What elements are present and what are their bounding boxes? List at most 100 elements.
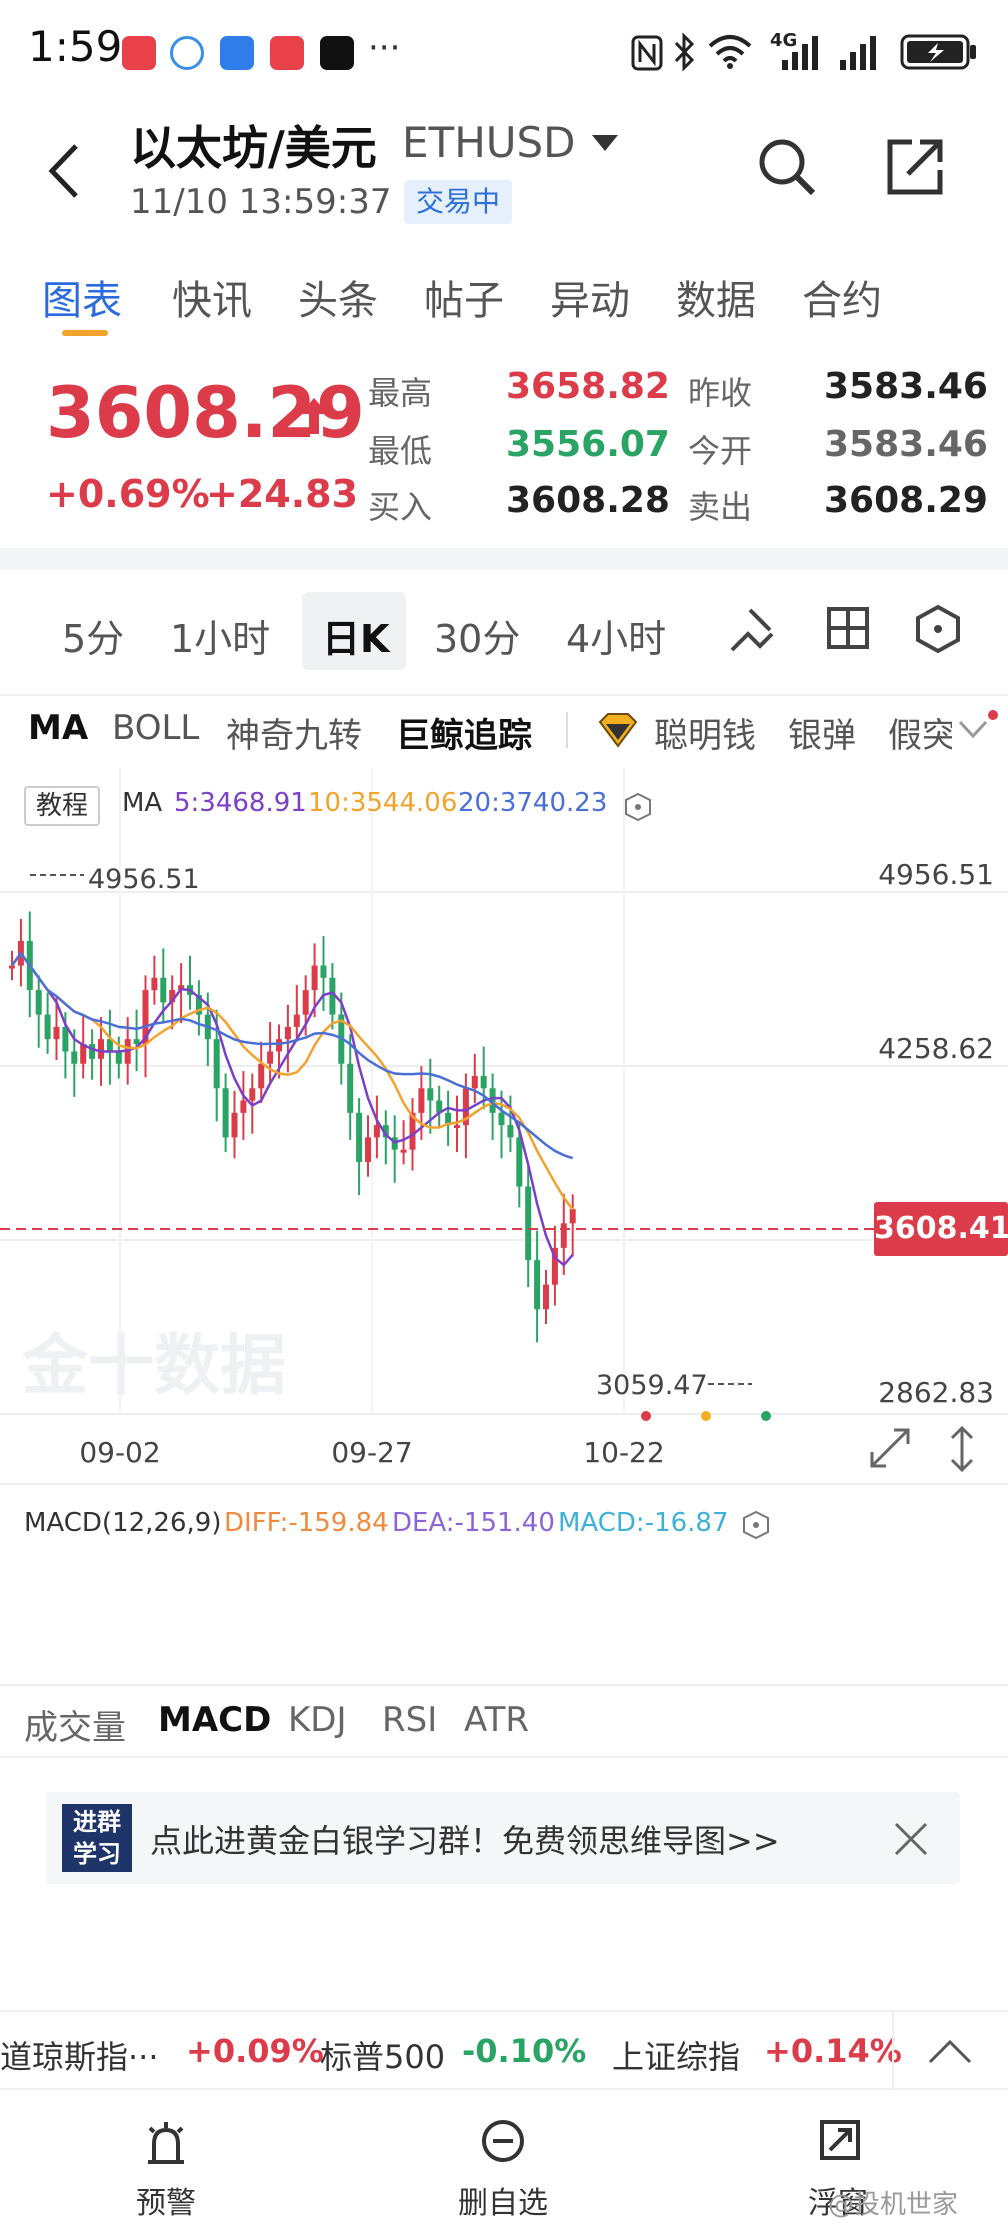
candle xyxy=(284,1026,291,1040)
close-icon[interactable] xyxy=(892,1820,930,1858)
ask-label: 卖出 xyxy=(688,488,753,526)
indicator-silver-bullet[interactable]: 银弹 xyxy=(788,708,856,757)
symbol-switcher[interactable]: ETHUSD xyxy=(402,118,622,167)
tab-data[interactable]: 数据 xyxy=(676,268,756,326)
ticker-name: 上证综指 xyxy=(612,2038,741,2076)
candle xyxy=(213,1039,220,1089)
bluetooth-icon xyxy=(674,32,695,72)
row-separator xyxy=(0,1684,1008,1686)
bid-label: 买入 xyxy=(368,488,433,526)
indicator-divider xyxy=(566,712,568,748)
period-5m[interactable]: 5分 xyxy=(62,608,124,663)
ticker-name: 标普500 xyxy=(320,2038,446,2076)
high-value: 3658.82 xyxy=(506,366,670,407)
settings-hex-icon[interactable] xyxy=(742,1510,770,1540)
settings-hex-icon[interactable] xyxy=(914,604,962,654)
candle xyxy=(373,1125,380,1138)
indicator-smart-money[interactable]: 聪明钱 xyxy=(654,708,756,757)
search-icon[interactable] xyxy=(758,138,816,196)
tab-posts[interactable]: 帖子 xyxy=(424,268,504,326)
remove-watchlist-icon[interactable] xyxy=(480,2118,526,2164)
back-icon[interactable] xyxy=(44,142,84,200)
promo-banner[interactable]: 进群 学习 点此进黄金白银学习群！免费领思维导图>> xyxy=(46,1792,960,1884)
indicator-boll[interactable]: BOLL xyxy=(112,708,199,748)
event-dot xyxy=(701,1411,711,1421)
y-axis-label: 2862.83 xyxy=(878,1376,994,1409)
x-axis-label: 09-02 xyxy=(79,1436,160,1469)
promo-text: 点此进黄金白银学习群！免费领思维导图>> xyxy=(150,1822,780,1860)
layout-grid-icon[interactable] xyxy=(826,606,870,650)
candle xyxy=(560,1223,567,1248)
chart-watermark: 金十数据 xyxy=(21,1327,286,1404)
section-divider xyxy=(0,548,1008,570)
ma20-value: 20:3740.23 xyxy=(458,788,608,818)
subtab-macd[interactable]: MACD xyxy=(158,1700,271,1740)
cell-signal-icon xyxy=(840,36,876,70)
ask-value: 3608.29 xyxy=(824,480,988,521)
page-title: 以太坊/美元 xyxy=(130,121,377,175)
high-label: 最高 xyxy=(368,374,433,412)
candle xyxy=(151,977,158,991)
chevron-up-icon[interactable] xyxy=(926,2034,974,2068)
alarm-icon[interactable] xyxy=(144,2118,188,2168)
tutorial-button[interactable]: 教程 xyxy=(24,786,100,826)
candle xyxy=(44,1014,51,1040)
event-dot xyxy=(641,1411,651,1421)
status-bar: 1:59 ··· 4G xyxy=(0,0,1008,104)
tab-contract[interactable]: 合约 xyxy=(802,268,882,326)
huawei-icon xyxy=(122,36,156,70)
ticker-value: -0.10% xyxy=(462,2032,587,2070)
period-4h[interactable]: 4小时 xyxy=(566,608,666,663)
fullscreen-icon[interactable] xyxy=(868,1426,912,1470)
tab-flash[interactable]: 快讯 xyxy=(172,268,252,326)
chevron-down-icon[interactable] xyxy=(956,714,990,744)
candle xyxy=(35,990,42,1015)
status-badge: 交易中 xyxy=(404,180,513,224)
candle xyxy=(231,1112,238,1138)
macd-value: MACD:-16.87 xyxy=(558,1508,729,1538)
candle xyxy=(471,1075,478,1089)
draw-tool-icon[interactable] xyxy=(726,604,778,656)
indicator-false-breakout[interactable]: 假突 xyxy=(888,708,952,757)
indicator-whale[interactable]: 巨鲸追踪 xyxy=(396,708,532,757)
period-30m[interactable]: 30分 xyxy=(434,608,520,663)
candle xyxy=(267,1051,274,1064)
macd-dea: DEA:-151.40 xyxy=(392,1508,555,1538)
price-chart[interactable]: 金十数据 261.59-261.59 4956.513059.474956.51… xyxy=(0,766,1008,1486)
low-value: 3556.07 xyxy=(506,424,670,465)
nav-remove-watchlist[interactable]: 删自选 xyxy=(458,2178,548,2222)
candle xyxy=(534,1260,541,1310)
wifi-icon xyxy=(708,35,752,69)
tab-headlines[interactable]: 头条 xyxy=(298,268,378,326)
ma20-line xyxy=(10,951,574,1160)
candle xyxy=(320,965,327,978)
candle xyxy=(400,1149,407,1153)
chat-icon xyxy=(170,36,204,70)
subtab-rsi[interactable]: RSI xyxy=(382,1700,437,1740)
battery-icon xyxy=(900,34,976,70)
bid-value: 3608.28 xyxy=(506,480,670,521)
tab-movers[interactable]: 异动 xyxy=(550,268,630,326)
subtab-volume[interactable]: 成交量 xyxy=(24,1700,126,1749)
float-window-icon[interactable] xyxy=(818,2118,862,2162)
nav-alert[interactable]: 预警 xyxy=(136,2178,196,2222)
period-day[interactable]: 日K xyxy=(322,608,389,663)
indicator-td9[interactable]: 神奇九转 xyxy=(226,708,362,757)
period-1h[interactable]: 1小时 xyxy=(170,608,270,663)
candle xyxy=(498,1112,505,1126)
tab-chart[interactable]: 图表 xyxy=(42,268,122,326)
low-marker-label: 3059.47 xyxy=(596,1370,708,1401)
share-icon[interactable] xyxy=(886,138,944,196)
candle xyxy=(293,1014,300,1027)
vertical-expand-icon[interactable] xyxy=(944,1424,980,1474)
candle xyxy=(454,1125,460,1129)
settings-hex-icon[interactable] xyxy=(624,792,652,822)
indicator-ma[interactable]: MA xyxy=(28,708,88,748)
subtab-atr[interactable]: ATR xyxy=(464,1700,529,1740)
market-ticker[interactable]: 道琼斯指··· +0.09% 标普500 -0.10% 上证综指 +0.14% xyxy=(0,2010,1008,2090)
low-label: 最低 xyxy=(368,432,433,470)
candle xyxy=(222,1088,229,1138)
weibo-watermark: @投机世家 xyxy=(828,2190,959,2220)
macd-diff: DIFF:-159.84 xyxy=(224,1508,389,1538)
subtab-kdj[interactable]: KDJ xyxy=(288,1700,347,1740)
